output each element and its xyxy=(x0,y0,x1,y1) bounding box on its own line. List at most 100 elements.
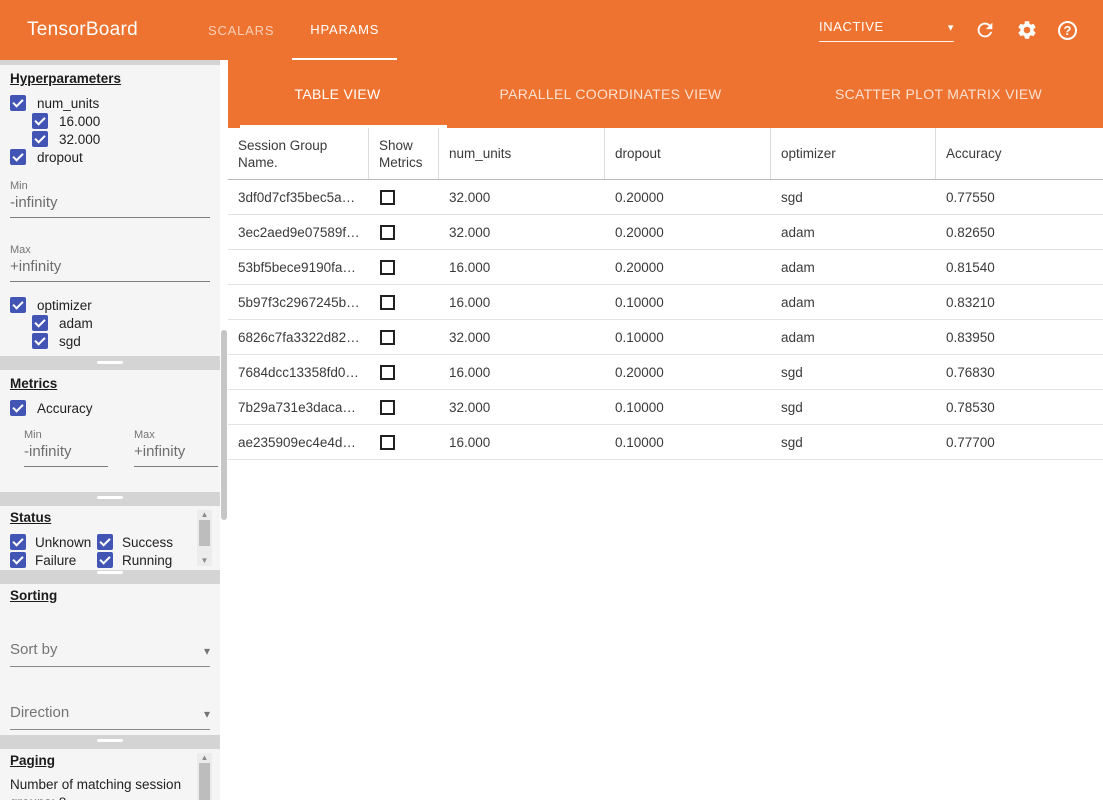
dropout-value: 0.10000 xyxy=(605,435,771,450)
status-success-checkbox[interactable] xyxy=(97,534,113,550)
view-tabs: TABLE VIEW PARALLEL COORDINATES VIEW SCA… xyxy=(228,60,1103,128)
num-units-16-checkbox[interactable] xyxy=(32,113,48,129)
status-heading: Status xyxy=(10,510,220,525)
accuracy-value: 0.83950 xyxy=(936,330,1103,345)
col-session-group-name: Session Group Name. xyxy=(228,128,369,179)
dropout-label: dropout xyxy=(37,150,83,165)
panel-resize-handle[interactable] xyxy=(97,361,123,364)
metric-accuracy-row: Accuracy xyxy=(10,399,220,417)
status-unknown-label: Unknown xyxy=(35,535,91,550)
dropout-value: 0.10000 xyxy=(605,295,771,310)
num-units-32-label: 32.000 xyxy=(59,132,100,147)
status-checkbox-grid: Unknown Success Failure Running xyxy=(10,533,220,569)
accuracy-value: 0.82650 xyxy=(936,225,1103,240)
status-scrollbar-thumb[interactable] xyxy=(199,520,210,546)
dropout-value: 0.10000 xyxy=(605,400,771,415)
direction-select[interactable]: Direction ▾ xyxy=(10,704,210,730)
status-running-label: Running xyxy=(122,553,172,568)
num-units-value-row: 16.000 xyxy=(32,112,220,130)
status-running-checkbox[interactable] xyxy=(97,552,113,568)
panel-resize-handle[interactable] xyxy=(97,739,123,742)
dropout-min-input[interactable] xyxy=(10,192,210,218)
tab-scatter-plot-matrix-view[interactable]: SCATTER PLOT MATRIX VIEW xyxy=(774,60,1103,128)
optimizer-adam-checkbox[interactable] xyxy=(32,315,48,331)
show-metrics-checkbox[interactable] xyxy=(380,365,395,380)
dropout-value: 0.20000 xyxy=(605,365,771,380)
table-row: 7b29a731e3daca… 32.000 0.10000 sgd 0.785… xyxy=(228,390,1103,425)
show-metrics-checkbox[interactable] xyxy=(380,295,395,310)
tab-hparams[interactable]: HPARAMS xyxy=(292,0,397,60)
accuracy-value: 0.83210 xyxy=(936,295,1103,310)
metric-interval-row: Min Max xyxy=(24,429,220,467)
optimizer-value: adam xyxy=(771,225,936,240)
dropout-checkbox[interactable] xyxy=(10,149,26,165)
metric-min-label: Min xyxy=(24,429,108,441)
status-scrollbar[interactable]: ▲ ▼ xyxy=(197,510,212,566)
optimizer-value-row: adam xyxy=(32,314,220,332)
sort-by-select[interactable]: Sort by ▾ xyxy=(10,641,210,667)
panel-resize-handle[interactable] xyxy=(97,496,123,499)
show-metrics-checkbox[interactable] xyxy=(380,190,395,205)
col-accuracy: Accuracy xyxy=(936,128,1103,179)
session-group-name: 6826c7fa3322d82… xyxy=(228,330,369,345)
status-success-label: Success xyxy=(122,535,173,550)
accuracy-checkbox[interactable] xyxy=(10,400,26,416)
status-unknown-row: Unknown xyxy=(10,533,97,551)
scroll-down-icon[interactable]: ▼ xyxy=(201,556,209,566)
num-units-value: 16.000 xyxy=(439,365,605,380)
col-num-units: num_units xyxy=(439,128,605,179)
metric-max-input[interactable] xyxy=(134,441,218,467)
num-units-value: 16.000 xyxy=(439,260,605,275)
hparam-num-units-row: num_units xyxy=(10,94,220,112)
chevron-down-icon: ▾ xyxy=(204,707,210,721)
sidebar-scrollbar-thumb[interactable] xyxy=(221,330,227,520)
optimizer-value: sgd xyxy=(771,365,936,380)
dropout-max-input[interactable] xyxy=(10,256,210,282)
refresh-icon[interactable] xyxy=(974,19,996,41)
num-units-value: 32.000 xyxy=(439,190,605,205)
num-units-value: 16.000 xyxy=(439,295,605,310)
show-metrics-checkbox[interactable] xyxy=(380,330,395,345)
metrics-heading: Metrics xyxy=(10,376,220,391)
tab-parallel-coordinates-view[interactable]: PARALLEL COORDINATES VIEW xyxy=(447,60,774,128)
paging-scrollbar[interactable]: ▲ xyxy=(197,753,212,800)
show-metrics-checkbox[interactable] xyxy=(380,260,395,275)
paging-scrollbar-thumb[interactable] xyxy=(199,763,210,800)
num-units-value: 32.000 xyxy=(439,400,605,415)
metric-min-input[interactable] xyxy=(24,441,108,467)
status-failure-checkbox[interactable] xyxy=(10,552,26,568)
session-group-name: ae235909ec4e4d… xyxy=(228,435,369,450)
col-optimizer: optimizer xyxy=(771,128,936,179)
accuracy-value: 0.78530 xyxy=(936,400,1103,415)
sidebar-scrollbar[interactable] xyxy=(220,60,228,800)
scroll-up-icon[interactable]: ▲ xyxy=(201,753,209,763)
direction-value: Direction xyxy=(10,704,69,721)
optimizer-sgd-label: sgd xyxy=(59,334,81,349)
num-units-32-checkbox[interactable] xyxy=(32,131,48,147)
chevron-down-icon: ▾ xyxy=(948,21,954,34)
status-panel: Status Unknown Success Failure Running ▲ xyxy=(0,506,220,570)
table-row: ae235909ec4e4d… 16.000 0.10000 sgd 0.777… xyxy=(228,425,1103,460)
show-metrics-checkbox[interactable] xyxy=(380,400,395,415)
panel-resize-handle[interactable] xyxy=(97,571,123,574)
show-metrics-checkbox[interactable] xyxy=(380,435,395,450)
tab-table-view[interactable]: TABLE VIEW xyxy=(228,60,447,128)
show-metrics-checkbox[interactable] xyxy=(380,225,395,240)
scroll-up-icon[interactable]: ▲ xyxy=(201,510,209,520)
col-dropout: dropout xyxy=(605,128,771,179)
optimizer-checkbox[interactable] xyxy=(10,297,26,313)
tab-scalars[interactable]: SCALARS xyxy=(190,0,292,60)
app-title: TensorBoard xyxy=(27,19,138,41)
status-unknown-checkbox[interactable] xyxy=(10,534,26,550)
num-units-checkbox[interactable] xyxy=(10,95,26,111)
session-group-table: 3df0d7cf35bec5a… 32.000 0.20000 sgd 0.77… xyxy=(228,180,1103,460)
dropout-min-label: Min xyxy=(10,180,220,192)
help-icon[interactable]: ? xyxy=(1058,21,1077,40)
optimizer-value: adam xyxy=(771,330,936,345)
accuracy-value: 0.77700 xyxy=(936,435,1103,450)
sort-by-value: Sort by xyxy=(10,641,58,658)
optimizer-sgd-checkbox[interactable] xyxy=(32,333,48,349)
settings-gear-icon[interactable] xyxy=(1016,19,1038,41)
dropout-max-label: Max xyxy=(10,244,220,256)
run-status-dropdown[interactable]: INACTIVE ▾ xyxy=(819,19,954,42)
